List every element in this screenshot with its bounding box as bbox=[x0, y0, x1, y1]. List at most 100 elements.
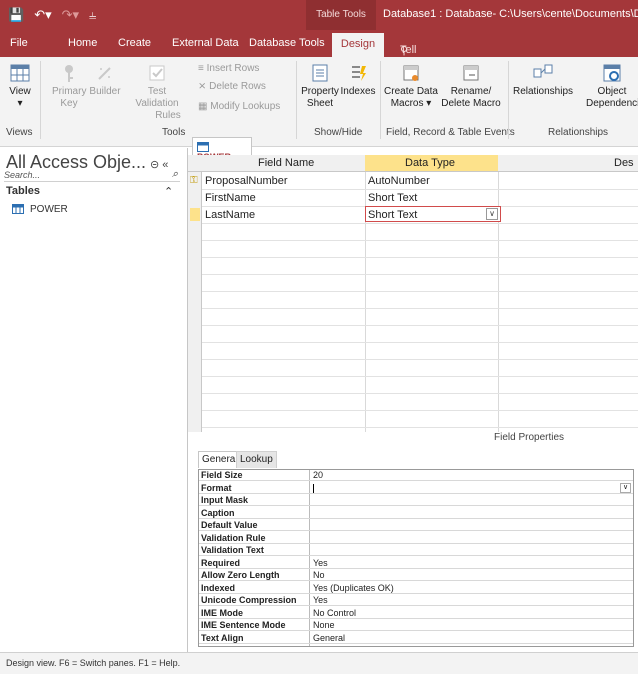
tab-file[interactable]: File bbox=[10, 37, 28, 49]
object-dependencies-button[interactable]: Object Dependencies bbox=[586, 63, 638, 110]
property-row[interactable]: Default Value bbox=[199, 520, 633, 531]
collapse-section-icon[interactable]: ⌃ bbox=[164, 185, 173, 198]
save-icon[interactable]: 💾 bbox=[8, 7, 24, 23]
field-name-cell[interactable]: ProposalNumber bbox=[205, 175, 288, 187]
nav-search-input[interactable]: Search... ⌕ bbox=[4, 168, 180, 182]
property-value[interactable]: General bbox=[313, 633, 345, 643]
key-icon bbox=[65, 65, 73, 82]
property-name: Unicode Compression bbox=[201, 595, 297, 605]
row-divider bbox=[202, 223, 638, 224]
redo-icon[interactable]: ↷▾ bbox=[62, 7, 79, 23]
data-type-cell[interactable]: AutoNumber bbox=[368, 175, 430, 187]
view-button[interactable]: View ▾ bbox=[4, 63, 36, 110]
separator bbox=[296, 61, 297, 139]
row-divider bbox=[202, 325, 638, 326]
current-row-marker bbox=[190, 208, 200, 221]
property-value[interactable]: No bbox=[313, 570, 325, 580]
customize-qat-icon[interactable]: ⫨ bbox=[89, 7, 96, 23]
row-divider bbox=[202, 308, 638, 309]
property-row[interactable]: Required Yes bbox=[199, 558, 633, 569]
data-type-cell[interactable]: Short Text bbox=[368, 209, 417, 221]
nav-section-tables[interactable]: Tables ⌃ bbox=[6, 185, 173, 198]
relationships-button[interactable]: Relationships bbox=[510, 63, 576, 98]
ribbon-tabs: File Home Create External Data Database … bbox=[0, 30, 638, 128]
insert-rows-button[interactable]: ≡ Insert Rows bbox=[198, 63, 259, 74]
property-value[interactable]: Yes (Duplicates OK) bbox=[313, 583, 394, 593]
object-dependencies-label-2: Dependencies bbox=[586, 98, 638, 109]
row-divider bbox=[202, 342, 638, 343]
nav-item-power[interactable]: POWER bbox=[12, 204, 68, 215]
quick-access-toolbar: 💾 ↶︎▾ ↷▾ ⫨ bbox=[8, 7, 96, 23]
object-dependencies-icon bbox=[603, 64, 621, 82]
chevron-down-icon: ▾ bbox=[17, 98, 23, 109]
property-value[interactable]: Yes bbox=[313, 595, 328, 605]
property-row[interactable]: Input Mask bbox=[199, 495, 633, 506]
indexes-label: Indexes bbox=[340, 86, 376, 97]
property-value[interactable]: Yes bbox=[313, 558, 328, 568]
property-row[interactable]: Unicode Compression Yes bbox=[199, 595, 633, 606]
separator bbox=[380, 61, 381, 139]
table-row[interactable]: LastName Short Text bbox=[202, 208, 638, 222]
builder-button[interactable]: Builder bbox=[86, 63, 124, 98]
property-name: Field Size bbox=[201, 470, 243, 480]
header-data-type[interactable]: Data Type bbox=[405, 157, 455, 169]
separator bbox=[40, 61, 41, 139]
nav-item-label: POWER bbox=[30, 204, 68, 215]
property-value[interactable]: No Control bbox=[313, 608, 356, 618]
header-description[interactable]: Des bbox=[614, 157, 634, 169]
modify-lookups-label: Modify Lookups bbox=[210, 101, 281, 112]
field-name-cell[interactable]: FirstName bbox=[205, 192, 256, 204]
tab-design[interactable]: Design bbox=[332, 33, 384, 57]
property-name: Format bbox=[201, 482, 232, 493]
modify-lookups-icon: ▦ bbox=[198, 101, 208, 112]
header-field-name[interactable]: Field Name bbox=[258, 157, 314, 169]
tab-database-tools[interactable]: Database Tools bbox=[249, 37, 325, 49]
table-row[interactable]: FirstName Short Text bbox=[202, 191, 638, 205]
chevron-down-icon[interactable]: ∨ bbox=[620, 482, 631, 493]
test-validation-rules-button[interactable]: Test Validation Rules bbox=[126, 63, 188, 122]
primary-key-button[interactable]: Primary Key bbox=[52, 63, 86, 110]
delete-rows-button[interactable]: ⨯ Delete Rows bbox=[198, 81, 266, 92]
modify-lookups-button[interactable]: ▦ Modify Lookups bbox=[198, 101, 280, 112]
undo-icon[interactable]: ↶︎▾ bbox=[34, 7, 51, 23]
primary-key-icon: ⚿ bbox=[190, 175, 198, 186]
test-validation-label-1: Test Validation bbox=[135, 86, 179, 109]
property-sheet-button[interactable]: Property Sheet bbox=[300, 63, 340, 110]
field-properties-table: Field Size 20 Format ∨ Input Mask Caption Defa… bbox=[198, 469, 634, 647]
status-bar: Design view. F6 = Switch panes. F1 = Hel… bbox=[0, 652, 638, 674]
property-name: Default Value bbox=[201, 520, 258, 530]
data-type-cell[interactable]: Short Text bbox=[368, 192, 417, 204]
property-row[interactable]: Validation Text bbox=[199, 545, 633, 556]
tab-lookup[interactable]: Lookup bbox=[236, 451, 277, 468]
property-row[interactable]: Format ∨ bbox=[199, 482, 633, 494]
property-row[interactable]: Field Size 20 bbox=[199, 470, 633, 481]
property-name: Input Mask bbox=[201, 495, 249, 505]
tab-create[interactable]: Create bbox=[118, 37, 151, 49]
property-row[interactable]: IME Sentence Mode None bbox=[199, 620, 633, 631]
property-value[interactable]: None bbox=[313, 620, 335, 630]
property-row[interactable]: Text Align General bbox=[199, 633, 633, 644]
property-value[interactable]: 20 bbox=[313, 470, 323, 480]
rename-delete-macro-button[interactable]: Rename/ Delete Macro bbox=[440, 63, 502, 110]
table-row[interactable]: ProposalNumber AutoNumber bbox=[202, 174, 638, 188]
tab-home[interactable]: Home bbox=[68, 37, 97, 49]
property-row[interactable]: Validation Rule bbox=[199, 533, 633, 544]
separator bbox=[508, 61, 509, 139]
field-name-cell[interactable]: LastName bbox=[205, 209, 255, 221]
property-row[interactable]: Caption bbox=[199, 508, 633, 519]
document-tab-power[interactable]: POWER bbox=[192, 137, 252, 162]
property-sheet-label-1: Property bbox=[301, 86, 339, 97]
object-dependencies-label-1: Object bbox=[597, 86, 627, 97]
indexes-button[interactable]: Indexes bbox=[340, 63, 376, 98]
property-row[interactable]: IME Mode No Control bbox=[199, 608, 633, 619]
property-row[interactable]: Indexed Yes (Duplicates OK) bbox=[199, 583, 633, 594]
indexes-icon bbox=[352, 66, 366, 81]
tab-external-data[interactable]: External Data bbox=[172, 37, 239, 49]
row-divider bbox=[202, 274, 638, 275]
property-row[interactable]: Allow Zero Length No bbox=[199, 570, 633, 581]
create-data-macros-button[interactable]: Create Data Macros ▾ bbox=[384, 63, 438, 110]
relationships-label: Relationships bbox=[512, 86, 574, 97]
group-label-views: Views bbox=[6, 127, 33, 138]
rename-delete-macro-label-1: Rename/ bbox=[450, 86, 492, 97]
search-icon[interactable]: ⌕ bbox=[172, 168, 178, 181]
